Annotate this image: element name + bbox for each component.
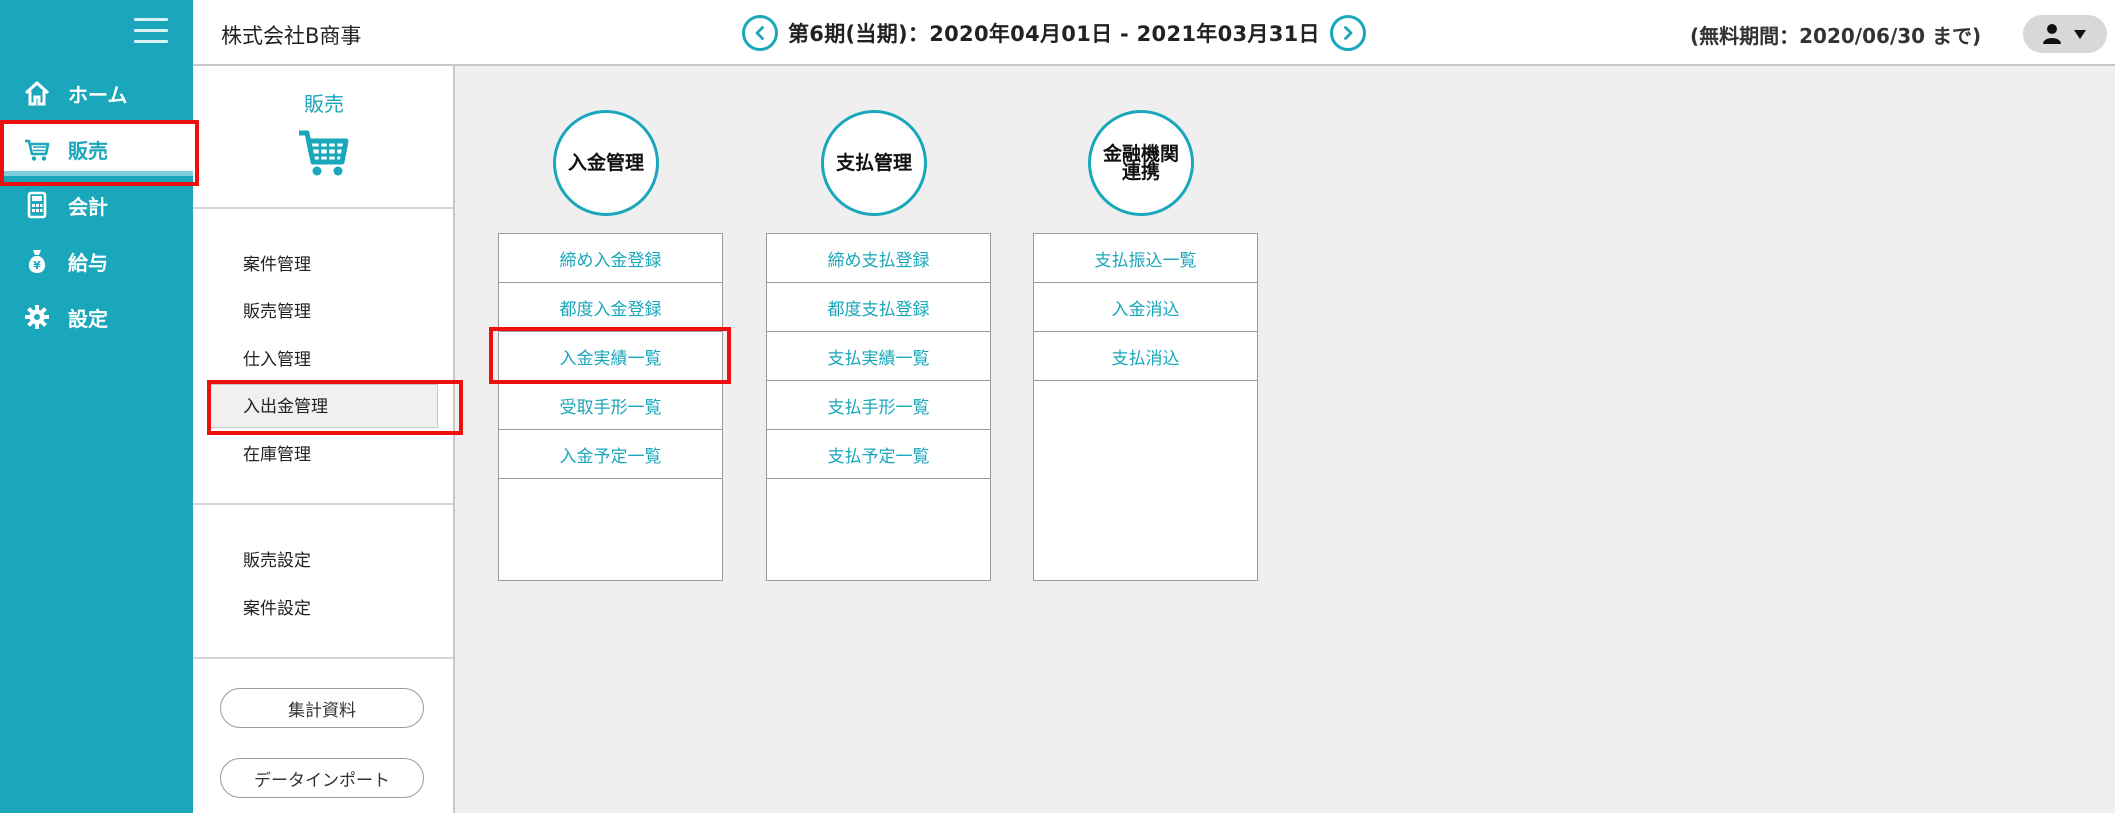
bank-integration-menu: 支払振込一覧 入金消込 支払消込 [1033,233,1258,581]
trial-period-text: (無料期間：2020/06/30 まで) [1690,24,1982,48]
menu-item-receipt-schedule-list[interactable]: 入金予定一覧 [499,430,722,479]
sub-item-inventory-management[interactable]: 在庫管理 [243,440,311,465]
menu-item-notes-receivable-list[interactable]: 受取手形一覧 [499,381,722,430]
user-menu-button[interactable] [2023,15,2107,53]
menu-item-each-receipt-entry[interactable]: 都度入金登録 [499,283,722,332]
menu-toggle-icon[interactable] [134,18,168,44]
menu-item-receipt-history-list[interactable]: 入金実績一覧 [499,332,722,381]
main-nav: ホーム 販売 会計 ¥ 給与 設定 [0,0,193,813]
menu-item-payment-history-list[interactable]: 支払実績一覧 [767,332,990,381]
chevron-left-icon [755,26,764,40]
fiscal-period-label: 第6期(当期)：2020年04月01日 - 2021年03月31日 [788,22,1320,46]
sub-item-purchase-management[interactable]: 仕入管理 [243,345,311,370]
nav-item-accounting[interactable]: 会計 [0,178,193,232]
payment-menu: 締め支払登録 都度支払登録 支払実績一覧 支払手形一覧 支払予定一覧 [766,233,991,581]
fiscal-period-selector: 第6期(当期)：2020年04月01日 - 2021年03月31日 [742,14,1366,52]
gear-icon [22,302,52,332]
menu-item-closing-payment-entry[interactable]: 締め支払登録 [767,234,990,283]
divider [193,503,453,505]
nav-item-label: 会計 [68,194,108,219]
company-name: 株式会社B商事 [221,24,362,48]
menu-item-closing-receipt-entry[interactable]: 締め入金登録 [499,234,722,283]
sub-item-project-settings[interactable]: 案件設定 [243,594,311,619]
nav-item-label: 設定 [68,306,108,331]
receipt-management-heading: 入金管理 [553,110,659,216]
main-content: 入金管理 締め入金登録 都度入金登録 入金実績一覧 受取手形一覧 入金予定一覧 … [455,66,2115,813]
menu-item-payment-schedule-list[interactable]: 支払予定一覧 [767,430,990,479]
nav-item-home[interactable]: ホーム [0,66,193,120]
heading-label: 入金管理 [567,152,644,174]
sub-item-project-management[interactable]: 案件管理 [243,250,311,275]
header: 株式会社B商事 第6期(当期)：2020年04月01日 - 2021年03月31… [193,0,2115,66]
bank-integration-heading: 金融機関 連携 [1088,110,1194,216]
nav-item-label: ホーム [68,82,128,107]
next-period-button[interactable] [1329,15,1366,51]
divider [193,207,453,209]
user-icon [2043,24,2061,44]
caret-down-icon [2074,30,2086,39]
heading-label: 支払管理 [835,152,912,174]
summary-report-button[interactable]: 集計資料 [220,688,424,728]
menu-item-payment-reconciliation[interactable]: 支払消込 [1034,332,1257,381]
sub-sidebar-title: 販売 [304,92,344,116]
sub-item-sales-management[interactable]: 販売管理 [243,297,311,322]
sub-item-sales-settings[interactable]: 販売設定 [243,546,311,571]
menu-item-receipt-reconciliation[interactable]: 入金消込 [1034,283,1257,332]
sub-sidebar: 販売 案件管理 販売管理 仕入管理 入出金管理 在庫管理 販売設定 案件設定 集… [193,66,455,813]
nav-item-payroll[interactable]: ¥ 給与 [0,234,193,288]
receipt-menu: 締め入金登録 都度入金登録 入金実績一覧 受取手形一覧 入金予定一覧 [498,233,723,581]
menu-item-transfer-payment-list[interactable]: 支払振込一覧 [1034,234,1257,283]
data-import-button[interactable]: データインポート [220,758,424,798]
nav-item-sales[interactable]: 販売 [0,122,193,176]
prev-period-button[interactable] [742,15,778,51]
divider [193,657,453,659]
chevron-right-icon [1343,26,1353,40]
money-bag-icon: ¥ [22,246,52,276]
cart-icon [22,134,52,164]
nav-item-label: 給与 [68,250,108,275]
calculator-icon [22,190,52,220]
payment-management-heading: 支払管理 [821,110,927,216]
cart-icon [296,124,352,184]
nav-item-label: 販売 [68,138,108,163]
sub-item-cash-management[interactable]: 入出金管理 [243,392,328,417]
menu-item-notes-payable-list[interactable]: 支払手形一覧 [767,381,990,430]
home-icon [22,78,52,108]
nav-item-settings[interactable]: 設定 [0,290,193,344]
menu-item-each-payment-entry[interactable]: 都度支払登録 [767,283,990,332]
svg-text:¥: ¥ [33,259,41,272]
heading-label: 金融機関 連携 [1102,143,1179,183]
